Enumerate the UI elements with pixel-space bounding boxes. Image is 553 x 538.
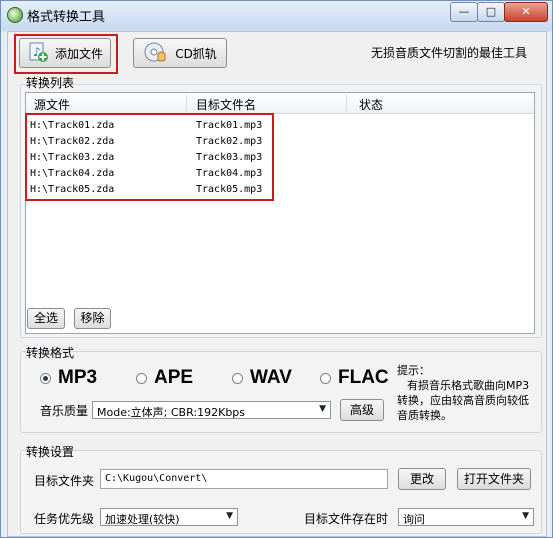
- table-row[interactable]: H:\Track04.zda Track04.mp3: [26, 166, 534, 182]
- app-window: 格式转换工具 — □ ✕ ♪ 添加文件 CD抓轨 无损音质文件切割的最佳工具 转…: [0, 0, 553, 538]
- select-all-button[interactable]: 全选: [27, 308, 65, 329]
- table-row[interactable]: H:\Track02.zda Track02.mp3: [26, 134, 534, 150]
- format-mp3-label: MP3: [58, 367, 98, 388]
- column-status[interactable]: 状态: [359, 96, 383, 113]
- hint-title: 提示：: [397, 364, 430, 377]
- open-folder-button[interactable]: 打开文件夹: [457, 468, 531, 490]
- format-wav-label: WAV: [250, 367, 292, 388]
- close-button[interactable]: ✕: [504, 2, 548, 22]
- priority-label: 任务优先级: [34, 512, 95, 526]
- quality-value: Mode:立体声; CBR:192Kbps: [97, 406, 246, 419]
- row-target: Track01.mp3: [196, 120, 263, 131]
- cd-rip-label: CD抓轨: [175, 46, 217, 61]
- row-source: H:\Track01.zda: [30, 120, 115, 131]
- cd-icon: [143, 41, 169, 66]
- column-source[interactable]: 源文件: [34, 96, 70, 113]
- priority-select[interactable]: 加速处理(较快) ▼: [100, 508, 238, 526]
- client-area: ♪ 添加文件 CD抓轨 无损音质文件切割的最佳工具 转换列表 源文件 目标文件名…: [7, 31, 547, 537]
- target-folder-value: C:\Kugou\Convert\: [105, 473, 208, 484]
- quality-select[interactable]: Mode:立体声; CBR:192Kbps ▼: [92, 401, 331, 419]
- advanced-button[interactable]: 高级: [340, 399, 384, 421]
- row-target: Track05.mp3: [196, 184, 263, 195]
- exists-select[interactable]: 询问 ▼: [398, 508, 534, 526]
- target-folder-input[interactable]: C:\Kugou\Convert\: [100, 469, 388, 489]
- add-file-icon: ♪: [27, 41, 49, 66]
- cd-rip-button[interactable]: CD抓轨: [133, 38, 227, 68]
- radio-unselected-icon: [232, 372, 243, 384]
- format-hint: 提示： 有损音乐格式歌曲向MP3 转换，应由较高音质向较低 音质转换。: [397, 363, 543, 423]
- change-folder-button[interactable]: 更改: [398, 468, 446, 490]
- conversion-list-title: 转换列表: [26, 76, 75, 90]
- file-list[interactable]: 源文件 目标文件名 状态 H:\Track01.zda Track01.mp3 …: [25, 92, 535, 334]
- dropdown-arrow-icon: ▼: [319, 404, 326, 414]
- dropdown-arrow-icon: ▼: [522, 511, 529, 521]
- row-target: Track04.mp3: [196, 168, 263, 179]
- title-bar[interactable]: 格式转换工具 — □ ✕: [1, 1, 552, 29]
- format-mp3-radio[interactable]: MP3: [40, 367, 97, 389]
- radio-selected-icon: [40, 372, 51, 384]
- add-file-label: 添加文件: [54, 46, 103, 61]
- radio-unselected-icon: [320, 372, 331, 384]
- row-source: H:\Track02.zda: [30, 136, 115, 147]
- row-target: Track02.mp3: [196, 136, 263, 147]
- format-flac-label: FLAC: [338, 367, 389, 388]
- hint-line: 有损音乐格式歌曲向MP3: [407, 379, 530, 392]
- format-group-title: 转换格式: [26, 346, 75, 360]
- row-source: H:\Track04.zda: [30, 168, 115, 179]
- remove-button[interactable]: 移除: [74, 308, 111, 329]
- hint-line: 转换，应由较高音质向较低: [397, 394, 529, 407]
- hint-line: 音质转换。: [397, 409, 452, 422]
- table-row[interactable]: H:\Track03.zda Track03.mp3: [26, 150, 534, 166]
- window-title: 格式转换工具: [27, 10, 106, 25]
- format-wav-radio[interactable]: WAV: [232, 367, 292, 389]
- target-folder-label: 目标文件夹: [34, 474, 95, 488]
- format-flac-radio[interactable]: FLAC: [320, 367, 389, 389]
- minimize-button[interactable]: —: [450, 2, 478, 22]
- priority-value: 加速处理(较快): [105, 513, 180, 526]
- row-source: H:\Track03.zda: [30, 152, 115, 163]
- dropdown-arrow-icon: ▼: [226, 511, 233, 521]
- column-target[interactable]: 目标文件名: [196, 96, 256, 113]
- table-row[interactable]: H:\Track01.zda Track01.mp3: [26, 118, 534, 134]
- app-icon: [7, 7, 23, 23]
- add-file-button[interactable]: ♪ 添加文件: [19, 38, 111, 68]
- exists-label: 目标文件存在时: [304, 512, 389, 526]
- slogan-text: 无损音质文件切割的最佳工具: [371, 46, 528, 60]
- list-header: 源文件 目标文件名 状态: [26, 93, 534, 114]
- settings-group-title: 转换设置: [26, 445, 75, 459]
- quality-label: 音乐质量: [40, 404, 89, 418]
- row-source: H:\Track05.zda: [30, 184, 115, 195]
- maximize-button[interactable]: □: [477, 2, 505, 22]
- radio-unselected-icon: [136, 372, 147, 384]
- row-target: Track03.mp3: [196, 152, 263, 163]
- exists-value: 询问: [403, 513, 425, 526]
- format-ape-radio[interactable]: APE: [136, 367, 193, 389]
- table-row[interactable]: H:\Track05.zda Track05.mp3: [26, 182, 534, 198]
- format-ape-label: APE: [154, 367, 194, 388]
